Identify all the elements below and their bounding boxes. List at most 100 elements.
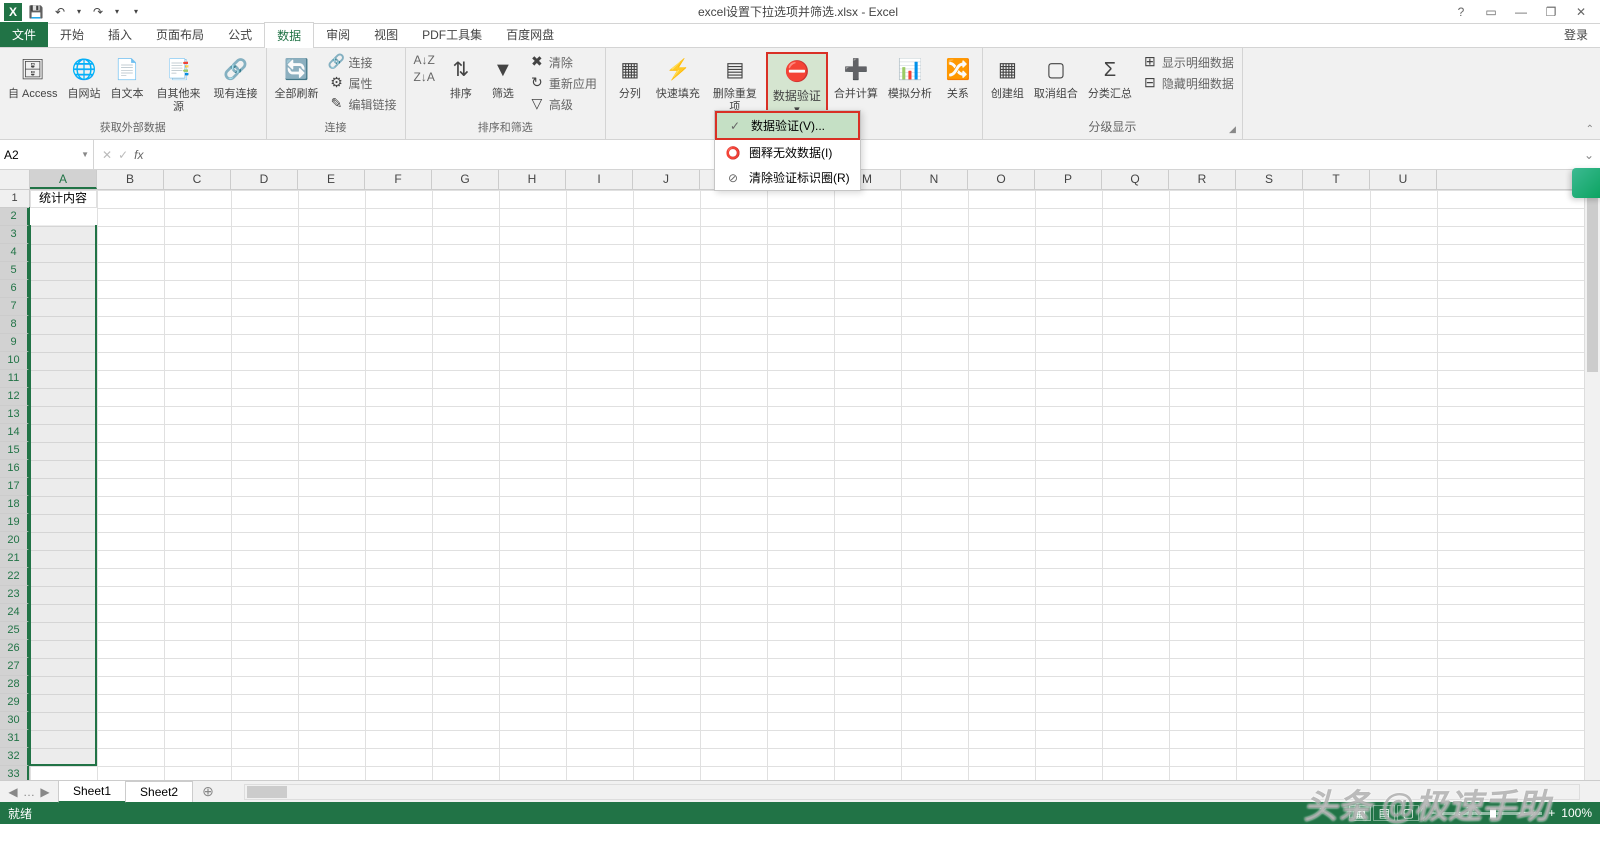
edit-links-button[interactable]: ✎编辑链接 xyxy=(325,94,401,114)
row-header-28[interactable]: 28 xyxy=(0,676,29,694)
col-header-A[interactable]: A xyxy=(30,170,97,189)
row-header-4[interactable]: 4 xyxy=(0,244,29,262)
col-header-N[interactable]: N xyxy=(901,170,968,189)
qat-customize[interactable]: ▾ xyxy=(126,2,146,22)
row-header-18[interactable]: 18 xyxy=(0,496,29,514)
menu-circle-invalid[interactable]: ⭕ 圈释无效数据(I) xyxy=(715,140,860,165)
tab-pdf[interactable]: PDF工具集 xyxy=(410,22,494,47)
login-link[interactable]: 登录 xyxy=(1552,22,1600,47)
row-header-20[interactable]: 20 xyxy=(0,532,29,550)
row-header-12[interactable]: 12 xyxy=(0,388,29,406)
name-box[interactable]: ▼ xyxy=(0,140,94,169)
zoom-out-button[interactable]: − xyxy=(1429,806,1436,820)
row-header-24[interactable]: 24 xyxy=(0,604,29,622)
view-page-break-button[interactable]: ▢ xyxy=(1397,805,1419,821)
enter-formula-button[interactable]: ✓ xyxy=(118,148,128,162)
fx-button[interactable]: fx xyxy=(134,148,143,162)
menu-data-validation[interactable]: ✓ 数据验证(V)... xyxy=(715,111,860,140)
formula-input[interactable] xyxy=(151,140,1577,169)
col-header-G[interactable]: G xyxy=(432,170,499,189)
row-header-2[interactable]: 2 xyxy=(0,208,29,226)
minimize-button[interactable]: — xyxy=(1510,5,1532,19)
cell-A1[interactable]: 统计内容 xyxy=(30,190,97,208)
row-header-11[interactable]: 11 xyxy=(0,370,29,388)
outline-launcher[interactable]: ◢ xyxy=(1229,124,1236,135)
cancel-formula-button[interactable]: ✕ xyxy=(102,148,112,162)
existing-connections-button[interactable]: 🔗现有连接 xyxy=(210,52,262,103)
advanced-filter-button[interactable]: ▽高级 xyxy=(525,94,601,114)
refresh-all-button[interactable]: 🔄全部刷新 xyxy=(271,52,323,103)
close-button[interactable]: ✕ xyxy=(1570,5,1592,19)
zoom-slider[interactable] xyxy=(1442,812,1542,815)
col-header-P[interactable]: P xyxy=(1035,170,1102,189)
h-scroll-thumb[interactable] xyxy=(247,786,287,798)
reapply-button[interactable]: ↻重新应用 xyxy=(525,73,601,93)
relations-button[interactable]: 🔀关系 xyxy=(938,52,978,103)
flash-fill-button[interactable]: ⚡快速填充 xyxy=(652,52,704,103)
sort-button[interactable]: ⇅排序 xyxy=(441,52,481,103)
view-page-layout-button[interactable]: ▤ xyxy=(1373,805,1395,821)
side-widget-icon[interactable] xyxy=(1572,168,1600,198)
row-header-15[interactable]: 15 xyxy=(0,442,29,460)
sheet-tab-2[interactable]: Sheet2 xyxy=(125,781,193,802)
properties-button[interactable]: ⚙属性 xyxy=(325,73,401,93)
zoom-level[interactable]: 100% xyxy=(1561,806,1592,820)
subtotal-button[interactable]: Σ分类汇总 xyxy=(1084,52,1136,103)
row-header-19[interactable]: 19 xyxy=(0,514,29,532)
col-header-E[interactable]: E xyxy=(298,170,365,189)
ungroup-button[interactable]: ▢取消组合 xyxy=(1030,52,1082,103)
col-header-O[interactable]: O xyxy=(968,170,1035,189)
redo-button[interactable]: ↷ xyxy=(88,2,108,22)
from-web-button[interactable]: 🌐自网站 xyxy=(64,52,105,103)
sort-asc-button[interactable]: A↓Z xyxy=(410,52,439,68)
vertical-scrollbar[interactable] xyxy=(1584,190,1600,780)
connections-button[interactable]: 🔗连接 xyxy=(325,52,401,72)
row-header-13[interactable]: 13 xyxy=(0,406,29,424)
v-scroll-thumb[interactable] xyxy=(1587,192,1598,372)
col-header-T[interactable]: T xyxy=(1303,170,1370,189)
row-header-33[interactable]: 33 xyxy=(0,766,29,780)
col-header-B[interactable]: B xyxy=(97,170,164,189)
tab-view[interactable]: 视图 xyxy=(362,22,410,47)
row-header-25[interactable]: 25 xyxy=(0,622,29,640)
tab-baidu[interactable]: 百度网盘 xyxy=(494,22,566,47)
select-all-button[interactable] xyxy=(0,170,30,189)
row-header-22[interactable]: 22 xyxy=(0,568,29,586)
row-header-29[interactable]: 29 xyxy=(0,694,29,712)
tab-insert[interactable]: 插入 xyxy=(96,22,144,47)
tab-data[interactable]: 数据 xyxy=(264,22,314,48)
new-sheet-button[interactable]: ⊕ xyxy=(192,783,224,800)
help-button[interactable]: ? xyxy=(1450,5,1472,19)
sheet-next[interactable]: ▶ xyxy=(38,785,52,799)
zoom-knob[interactable] xyxy=(1490,808,1496,819)
row-header-7[interactable]: 7 xyxy=(0,298,29,316)
consolidate-button[interactable]: ➕合并计算 xyxy=(830,52,882,103)
row-header-27[interactable]: 27 xyxy=(0,658,29,676)
sort-desc-button[interactable]: Z↓A xyxy=(410,69,439,85)
undo-button[interactable]: ↶ xyxy=(50,2,70,22)
row-header-30[interactable]: 30 xyxy=(0,712,29,730)
row-header-32[interactable]: 32 xyxy=(0,748,29,766)
row-header-26[interactable]: 26 xyxy=(0,640,29,658)
tab-file[interactable]: 文件 xyxy=(0,22,48,47)
expand-formula-bar[interactable]: ⌄ xyxy=(1578,148,1600,162)
row-header-23[interactable]: 23 xyxy=(0,586,29,604)
show-detail-button[interactable]: ⊞显示明细数据 xyxy=(1138,52,1238,72)
col-header-J[interactable]: J xyxy=(633,170,700,189)
hide-detail-button[interactable]: ⊟隐藏明细数据 xyxy=(1138,73,1238,93)
horizontal-scrollbar[interactable] xyxy=(244,784,1580,800)
undo-dropdown[interactable]: ▾ xyxy=(74,2,84,22)
sheet-tab-1[interactable]: Sheet1 xyxy=(58,780,126,803)
col-header-S[interactable]: S xyxy=(1236,170,1303,189)
col-header-Q[interactable]: Q xyxy=(1102,170,1169,189)
row-header-31[interactable]: 31 xyxy=(0,730,29,748)
tab-review[interactable]: 审阅 xyxy=(314,22,362,47)
name-box-dropdown[interactable]: ▼ xyxy=(81,150,89,159)
remove-duplicates-button[interactable]: ▤删除重复项 xyxy=(706,52,764,116)
row-header-3[interactable]: 3 xyxy=(0,226,29,244)
text-to-columns-button[interactable]: ▦分列 xyxy=(610,52,650,103)
filter-button[interactable]: ▼筛选 xyxy=(483,52,523,103)
collapse-ribbon-button[interactable]: ⌃ xyxy=(1586,124,1594,135)
group-button[interactable]: ▦创建组 xyxy=(987,52,1028,103)
col-header-C[interactable]: C xyxy=(164,170,231,189)
